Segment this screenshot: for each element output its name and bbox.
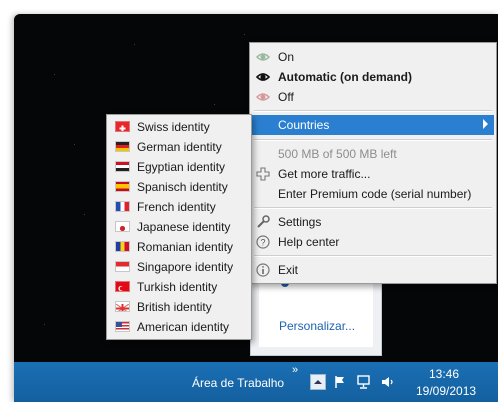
- japanese-flag-icon: [115, 221, 130, 232]
- menu-separator: [254, 255, 492, 257]
- menu-item-help-center[interactable]: ? Help center: [252, 232, 494, 252]
- french-flag-icon: [115, 201, 130, 212]
- american-flag-icon: [115, 321, 130, 332]
- toolbar-chevron[interactable]: »: [292, 364, 298, 376]
- country-item-german[interactable]: German identity: [109, 137, 249, 157]
- romanian-flag-icon: [115, 241, 130, 252]
- chevron-up-icon: [314, 380, 322, 384]
- menu-separator: [254, 110, 492, 112]
- network-icon[interactable]: [356, 374, 372, 390]
- menu-item-automatic[interactable]: Automatic (on demand): [252, 67, 494, 87]
- singapore-flag-icon: [115, 261, 130, 272]
- country-item-swiss[interactable]: Swiss identity: [109, 117, 249, 137]
- plus-icon: [256, 167, 270, 181]
- svg-text:?: ?: [260, 238, 265, 248]
- menu-item-countries[interactable]: Countries: [252, 115, 494, 135]
- action-center-flag-icon[interactable]: [332, 374, 348, 390]
- country-item-turkish[interactable]: Turkish identity: [109, 277, 249, 297]
- info-icon: [256, 263, 270, 277]
- egyptian-flag-icon: [115, 161, 130, 172]
- menu-item-off[interactable]: Off: [252, 87, 494, 107]
- menu-separator: [254, 139, 492, 141]
- desktop-toolbar-label[interactable]: Área de Trabalho: [192, 376, 284, 390]
- menu-item-premium-code[interactable]: Enter Premium code (serial number): [252, 184, 494, 204]
- eye-icon: [256, 73, 270, 81]
- personalize-link[interactable]: Personalizar...: [279, 319, 355, 333]
- eye-icon: [256, 53, 270, 61]
- country-item-japanese[interactable]: Japanese identity: [109, 217, 249, 237]
- menu-item-traffic-left: 500 MB of 500 MB left: [278, 147, 397, 161]
- country-item-french[interactable]: French identity: [109, 197, 249, 217]
- taskbar: Área de Trabalho » 13:46 19/09/2013: [14, 362, 498, 402]
- menu-item-get-more-traffic[interactable]: Get more traffic...: [252, 164, 494, 184]
- country-item-american[interactable]: American identity: [109, 317, 249, 337]
- menu-separator: [254, 207, 492, 209]
- country-item-romanian[interactable]: Romanian identity: [109, 237, 249, 257]
- spanish-flag-icon: [115, 181, 130, 192]
- menu-item-exit[interactable]: Exit: [252, 260, 494, 280]
- country-item-spanish[interactable]: Spanisch identity: [109, 177, 249, 197]
- background-window: Personalizar...: [250, 276, 382, 356]
- clock-date[interactable]: 19/09/2013: [416, 384, 476, 398]
- help-icon: ?: [256, 235, 270, 249]
- eye-icon: [256, 93, 270, 101]
- country-item-singapore[interactable]: Singapore identity: [109, 257, 249, 277]
- countries-submenu: Swiss identity German identity Egyptian …: [106, 114, 252, 340]
- country-item-egyptian[interactable]: Egyptian identity: [109, 157, 249, 177]
- volume-icon[interactable]: [380, 374, 396, 390]
- wrench-icon: [257, 215, 270, 228]
- turkish-flag-icon: [115, 281, 130, 292]
- tray-context-menu: On Automatic (on demand) Off Countries 5…: [249, 42, 497, 284]
- chevron-right-icon: [483, 119, 488, 129]
- show-hidden-icons-button[interactable]: [310, 374, 326, 390]
- swiss-flag-icon: [115, 121, 130, 132]
- german-flag-icon: [115, 141, 130, 152]
- menu-item-settings[interactable]: Settings: [252, 212, 494, 232]
- clock-time[interactable]: 13:46: [429, 367, 459, 381]
- menu-item-on[interactable]: On: [252, 47, 494, 67]
- british-flag-icon: [115, 301, 130, 312]
- country-item-british[interactable]: British identity: [109, 297, 249, 317]
